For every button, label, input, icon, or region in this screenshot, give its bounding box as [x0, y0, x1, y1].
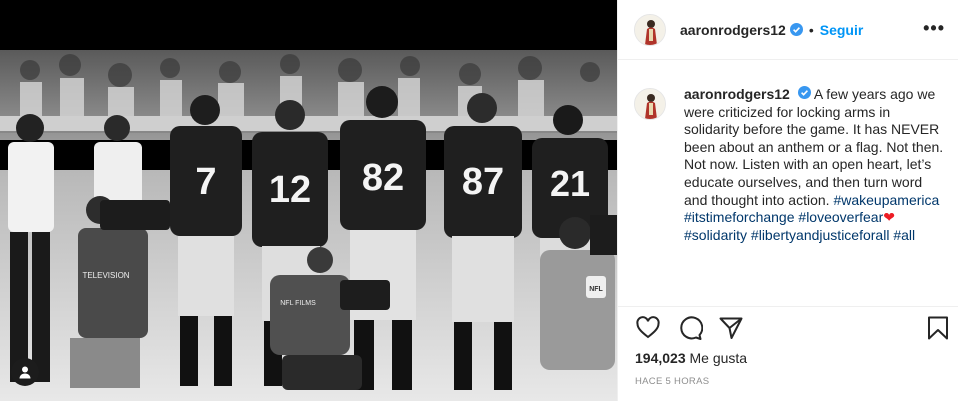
hashtag-link[interactable]: #loveoverfear: [798, 209, 883, 225]
separator-dot: •: [808, 21, 814, 38]
hashtag-link[interactable]: #wakeupamerica: [833, 192, 939, 208]
hashtag-link[interactable]: #itstimeforchange: [684, 209, 795, 225]
likes-count[interactable]: 194,023 Me gusta: [635, 350, 747, 366]
user-tag-button[interactable]: [11, 358, 39, 386]
caption-username[interactable]: aaronrodgers12: [684, 86, 790, 102]
heart-emoji: ❤: [883, 209, 895, 226]
post-photo: 7 12 82 87 21 TELEVISION NFL FILMS NFL: [0, 50, 617, 401]
avatar-illustration: [635, 14, 665, 45]
photographer-vest-text: NFL FILMS: [280, 300, 316, 307]
hashtag-link[interactable]: #all: [893, 227, 915, 243]
hashtag-link[interactable]: #libertyandjusticeforall: [751, 227, 890, 243]
avatar-illustration: [635, 89, 665, 119]
caption-text: aaronrodgers12 A few years ago we were c…: [684, 86, 946, 244]
post-media[interactable]: 7 12 82 87 21 TELEVISION NFL FILMS NFL: [0, 0, 617, 401]
caption-body: A few years ago we were criticized for l…: [684, 86, 944, 208]
post-timestamp[interactable]: HACE 5 HORAS: [635, 376, 709, 387]
jersey-number: 21: [550, 163, 590, 204]
camera-vest-text: TELEVISION: [82, 271, 129, 280]
bookmark-icon[interactable]: [925, 315, 951, 341]
more-options-icon[interactable]: •••: [923, 18, 945, 39]
post-header: aaronrodgers12 • Seguir •••: [618, 0, 958, 60]
post-sidebar: aaronrodgers12 • Seguir ••• aaronrodgers…: [617, 0, 958, 401]
avatar[interactable]: [634, 13, 666, 46]
verified-badge-icon: [789, 23, 803, 36]
action-bar: [618, 306, 958, 350]
nfl-badge: NFL: [589, 286, 603, 293]
share-icon[interactable]: [718, 315, 744, 341]
jersey-number: 12: [269, 169, 311, 211]
comment-icon[interactable]: [677, 315, 703, 341]
hashtag-link[interactable]: #solidarity: [684, 227, 747, 243]
avatar[interactable]: [634, 88, 666, 120]
caption: aaronrodgers12 A few years ago we were c…: [634, 86, 954, 244]
user-tag-icon: [19, 366, 31, 379]
likes-label: Me gusta: [689, 350, 748, 366]
likes-number: 194,023: [635, 350, 686, 366]
jersey-number: 87: [462, 161, 504, 203]
username[interactable]: aaronrodgers12: [680, 22, 786, 38]
follow-button[interactable]: Seguir: [820, 22, 864, 38]
jersey-number: 82: [362, 157, 404, 199]
heart-icon[interactable]: [635, 315, 661, 341]
verified-badge-icon: [797, 86, 811, 99]
jersey-number: 7: [195, 161, 216, 203]
